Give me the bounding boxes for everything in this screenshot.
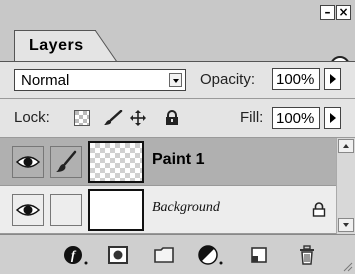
- scroll-down-button[interactable]: [338, 218, 354, 232]
- layer-row-background[interactable]: Background: [0, 186, 336, 234]
- layer-name[interactable]: Paint 1: [152, 151, 204, 169]
- lock-all-icon[interactable]: [164, 110, 180, 126]
- brush-icon: [56, 150, 77, 172]
- trash-icon[interactable]: [296, 244, 318, 266]
- tab-layers[interactable]: Layers: [14, 30, 96, 62]
- new-group-icon[interactable]: [153, 244, 175, 266]
- lock-position-icon[interactable]: [130, 110, 146, 126]
- layer-list-scrollbar[interactable]: [336, 138, 355, 234]
- visibility-toggle[interactable]: [12, 194, 44, 226]
- layer-style-icon[interactable]: f: [63, 244, 89, 266]
- fill-label: Fill:: [240, 109, 264, 126]
- lock-image-icon[interactable]: [103, 110, 123, 126]
- layer-list: Paint 1 Background: [0, 138, 336, 234]
- tab-row: Layers: [0, 26, 355, 76]
- blend-row: Normal Opacity: 100%: [0, 62, 355, 99]
- new-layer-icon[interactable]: [248, 244, 270, 266]
- lock-transparent-icon[interactable]: [74, 110, 90, 126]
- opacity-slider-button[interactable]: [324, 68, 341, 90]
- resize-grip-icon[interactable]: [341, 260, 353, 272]
- link-toggle[interactable]: [50, 194, 82, 226]
- chevron-down-icon[interactable]: [169, 73, 182, 87]
- layer-row-paint-1[interactable]: Paint 1: [0, 138, 336, 186]
- minimize-icon[interactable]: –: [320, 5, 335, 20]
- visibility-toggle[interactable]: [12, 146, 44, 178]
- layer-thumbnail[interactable]: [88, 141, 144, 183]
- opacity-value: 100%: [276, 71, 315, 88]
- tab-label: Layers: [29, 37, 84, 54]
- layer-mask-icon[interactable]: [107, 244, 129, 266]
- blend-mode-select[interactable]: Normal: [14, 69, 186, 91]
- opacity-label: Opacity:: [200, 71, 256, 88]
- title-bar[interactable]: – ×: [0, 0, 355, 27]
- tab-slant: [95, 30, 117, 62]
- eye-icon: [15, 204, 41, 216]
- fill-value: 100%: [276, 110, 315, 127]
- blend-mode-value: Normal: [21, 72, 70, 89]
- opacity-input[interactable]: 100%: [272, 68, 320, 90]
- lock-label: Lock:: [14, 109, 50, 126]
- lock-icon: [312, 202, 326, 217]
- scroll-up-button[interactable]: [338, 139, 354, 153]
- fill-input[interactable]: 100%: [272, 107, 320, 129]
- fill-slider-button[interactable]: [324, 107, 341, 129]
- layers-toolbar: f: [0, 234, 355, 274]
- layer-name[interactable]: Background: [152, 200, 220, 216]
- adjustment-layer-icon[interactable]: [198, 244, 224, 266]
- layer-thumbnail[interactable]: [88, 189, 144, 231]
- lock-row: Lock: Fill: 100%: [0, 99, 355, 138]
- layers-panel: – × Layers Normal Opacity: 100% Lock: Fi…: [0, 0, 355, 274]
- link-toggle[interactable]: [50, 146, 82, 178]
- close-icon[interactable]: ×: [336, 5, 351, 20]
- eye-icon: [15, 156, 41, 168]
